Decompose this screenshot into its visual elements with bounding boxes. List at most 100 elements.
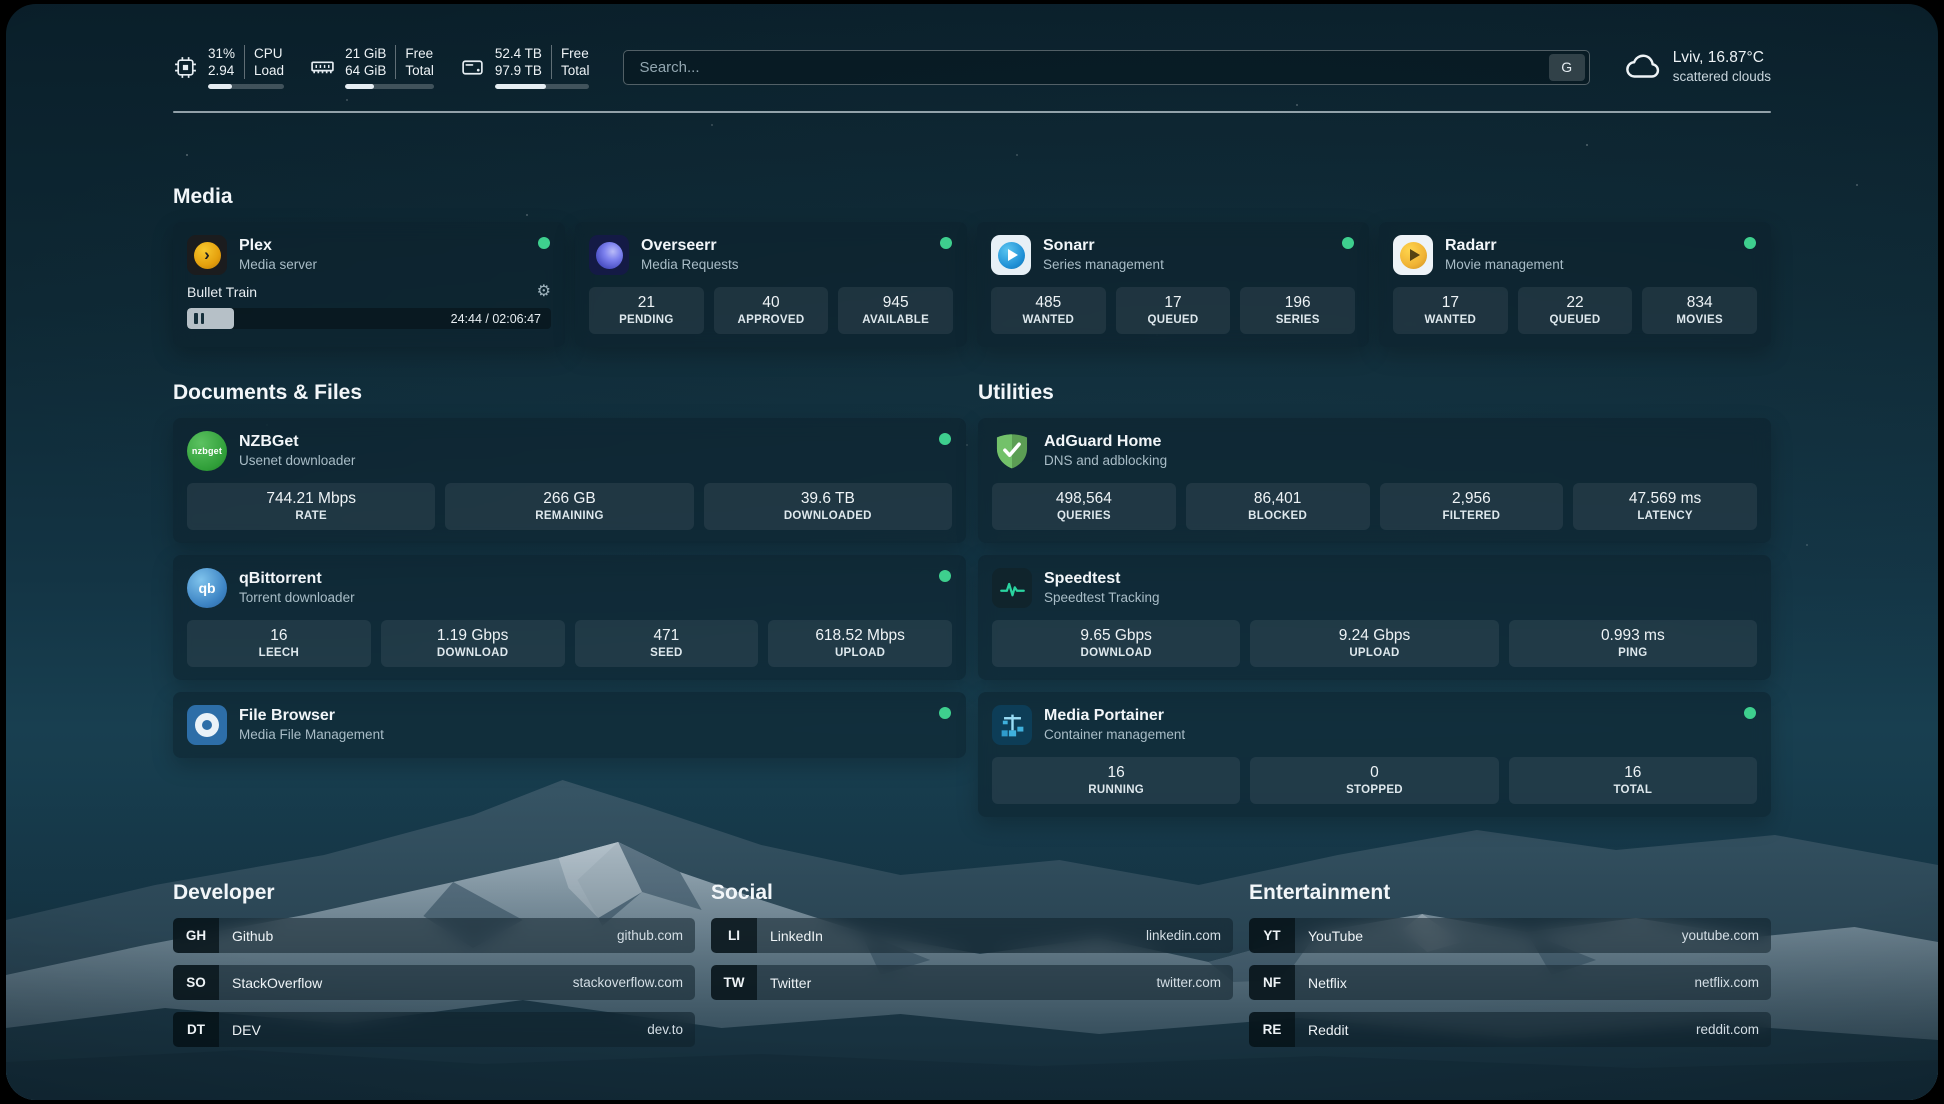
memory-widget: 21 GiB64 GiB FreeTotal bbox=[310, 45, 434, 89]
bookmark-badge: GH bbox=[173, 918, 219, 953]
stat-value: 266 GB bbox=[451, 490, 687, 508]
weather-location-temp: Lviv, 16.87°C bbox=[1673, 48, 1771, 68]
playback-time: 24:44 / 02:06:47 bbox=[451, 312, 541, 326]
gear-icon[interactable]: ⚙ bbox=[537, 284, 551, 300]
app-card-speedtest[interactable]: SpeedtestSpeedtest Tracking 9.65 GbpsDOWN… bbox=[978, 555, 1771, 680]
weather-widget: Lviv, 16.87°C scattered clouds bbox=[1624, 48, 1771, 86]
stat-label: FILTERED bbox=[1386, 510, 1558, 522]
bookmark-dev[interactable]: DTDEVdev.to bbox=[173, 1012, 695, 1047]
bookmark-url: reddit.com bbox=[1696, 1022, 1759, 1037]
app-card-nzbget[interactable]: nzbgetNZBGetUsenet downloader744.21 Mbps… bbox=[173, 418, 966, 543]
stat-tile: 40APPROVED bbox=[714, 287, 829, 334]
section-title-media: Media bbox=[173, 185, 1771, 209]
bookmark-stackoverflow[interactable]: SOStackOverflowstackoverflow.com bbox=[173, 965, 695, 1000]
bookmark-badge: LI bbox=[711, 918, 757, 953]
stat-value: 485 bbox=[997, 294, 1100, 312]
app-header: File BrowserMedia File Management bbox=[187, 705, 952, 745]
app-card-overseerr[interactable]: OverseerrMedia Requests21PENDING40APPROV… bbox=[575, 222, 967, 347]
stat-tile: 485 WANTED bbox=[991, 287, 1106, 334]
stat-value: 16 bbox=[1515, 764, 1751, 782]
bookmark-reddit[interactable]: RERedditreddit.com bbox=[1249, 1012, 1771, 1047]
radarr-icon bbox=[1393, 235, 1433, 275]
bookmark-name: Github bbox=[232, 928, 273, 944]
app-name: Plex bbox=[239, 236, 317, 255]
stat-tile: 21PENDING bbox=[589, 287, 704, 334]
app-card-radarr[interactable]: RadarrMovie management 17WANTED22QUEUED83… bbox=[1379, 222, 1771, 347]
overseerr-icon bbox=[589, 235, 629, 275]
cpu-icon bbox=[173, 55, 198, 80]
dashboard-content: 31%2.94 CPULoad bbox=[6, 4, 1938, 1100]
app-subtitle: Speedtest Tracking bbox=[1044, 589, 1160, 607]
stat-tiles: 17WANTED22QUEUED834MOVIES bbox=[1393, 287, 1757, 334]
search-input[interactable] bbox=[637, 58, 1548, 77]
status-dot bbox=[1744, 707, 1756, 719]
stat-tile: 16 RUNNING bbox=[992, 757, 1240, 804]
app-card-filebrowser[interactable]: File BrowserMedia File Management bbox=[173, 692, 966, 758]
app-card-portainer[interactable]: Media PortainerContainer management16RUN… bbox=[978, 692, 1771, 817]
bookmark-netflix[interactable]: NFNetflixnetflix.com bbox=[1249, 965, 1771, 1000]
stat-label: LATENCY bbox=[1579, 510, 1751, 522]
stat-label: RUNNING bbox=[998, 784, 1234, 796]
stat-tile: 471SEED bbox=[575, 620, 759, 667]
app-header: SpeedtestSpeedtest Tracking bbox=[992, 568, 1757, 608]
stat-tile: 9.65 GbpsDOWNLOAD bbox=[992, 620, 1240, 667]
bookmark-name: Reddit bbox=[1308, 1022, 1348, 1038]
status-dot bbox=[939, 433, 951, 445]
stat-value: 17 bbox=[1122, 294, 1225, 312]
bookmark-name: Twitter bbox=[770, 975, 811, 991]
playback-progress-bar[interactable]: 24:44 / 02:06:47 bbox=[187, 308, 551, 329]
nzbget-icon: nzbget bbox=[187, 431, 227, 471]
stat-value: 2,956 bbox=[1386, 490, 1558, 508]
storage-progress-bar bbox=[495, 84, 590, 89]
now-playing-title: Bullet Train bbox=[187, 284, 257, 300]
app-card-plex[interactable]: ›PlexMedia serverBullet Train⚙24:44 / 02… bbox=[173, 222, 565, 347]
app-card-sonarr[interactable]: SonarrSeries management485WANTED17QUEUED… bbox=[977, 222, 1369, 347]
stat-label: DOWNLOAD bbox=[387, 647, 559, 659]
search-bar: G bbox=[623, 50, 1589, 85]
app-name: Sonarr bbox=[1043, 236, 1164, 255]
stat-tiles: 498,564QUERIES86,401BLOCKED2,956FILTERED… bbox=[992, 483, 1757, 530]
bookmark-youtube[interactable]: YTYouTubeyoutube.com bbox=[1249, 918, 1771, 953]
section-title-utilities: Utilities bbox=[978, 381, 1771, 405]
cpu-widget: 31%2.94 CPULoad bbox=[173, 45, 284, 89]
app-subtitle: Container management bbox=[1044, 726, 1185, 744]
stat-value: 945 bbox=[844, 294, 947, 312]
stat-value: 0.993 ms bbox=[1515, 627, 1751, 645]
stat-tile: 22QUEUED bbox=[1518, 287, 1633, 334]
bookmark-github[interactable]: GH Github github.com bbox=[173, 918, 695, 953]
section-title-documents: Documents & Files bbox=[173, 381, 966, 405]
utilities-cards: AdGuard HomeDNS and adblocking498,564QUE… bbox=[978, 418, 1771, 817]
storage-values: 52.4 TB97.9 TB bbox=[495, 45, 542, 79]
app-name: File Browser bbox=[239, 706, 384, 725]
bookmark-groups: DeveloperGHGithubgithub.comSOStackOverfl… bbox=[173, 881, 1771, 1047]
bookmark-rows: GH Github github.com SOStackOverflowstackov… bbox=[173, 918, 695, 1047]
bookmark-twitter[interactable]: TWTwittertwitter.com bbox=[711, 965, 1233, 1000]
bookmark-group-social: SocialLILinkedInlinkedin.comTWTwittertwi… bbox=[711, 881, 1233, 1047]
stat-tiles: 21PENDING40APPROVED945AVAILABLE bbox=[589, 287, 953, 334]
stat-tiles: 485WANTED17QUEUED196SERIES bbox=[991, 287, 1355, 334]
bookmark-url: github.com bbox=[617, 928, 683, 943]
stat-value: 17 bbox=[1399, 294, 1502, 312]
bookmark-url: netflix.com bbox=[1694, 975, 1759, 990]
stat-value: 16 bbox=[998, 764, 1234, 782]
bookmark-linkedin[interactable]: LILinkedInlinkedin.com bbox=[711, 918, 1233, 953]
stat-label: UPLOAD bbox=[1256, 647, 1492, 659]
stat-value: 40 bbox=[720, 294, 823, 312]
search-engine-button[interactable]: G bbox=[1549, 54, 1585, 81]
pause-icon[interactable] bbox=[194, 313, 204, 324]
app-subtitle: Torrent downloader bbox=[239, 589, 355, 607]
app-card-qbittorrent[interactable]: qbqBittorrentTorrent downloader16LEECH1.… bbox=[173, 555, 966, 680]
stat-value: 22 bbox=[1524, 294, 1627, 312]
app-subtitle: DNS and adblocking bbox=[1044, 452, 1167, 470]
app-card-adguard[interactable]: AdGuard HomeDNS and adblocking498,564QUE… bbox=[978, 418, 1771, 543]
documents-cards: nzbgetNZBGetUsenet downloader744.21 Mbps… bbox=[173, 418, 966, 758]
app-header: RadarrMovie management bbox=[1393, 235, 1757, 275]
stat-value: 498,564 bbox=[998, 490, 1170, 508]
stat-tile: 196SERIES bbox=[1240, 287, 1355, 334]
stat-label: WANTED bbox=[997, 314, 1100, 326]
app-subtitle: Media Requests bbox=[641, 256, 739, 274]
top-bar: 31%2.94 CPULoad bbox=[173, 34, 1771, 100]
app-subtitle: Media File Management bbox=[239, 726, 384, 744]
qbittorrent-icon: qb bbox=[187, 568, 227, 608]
stat-value: 1.19 Gbps bbox=[387, 627, 559, 645]
